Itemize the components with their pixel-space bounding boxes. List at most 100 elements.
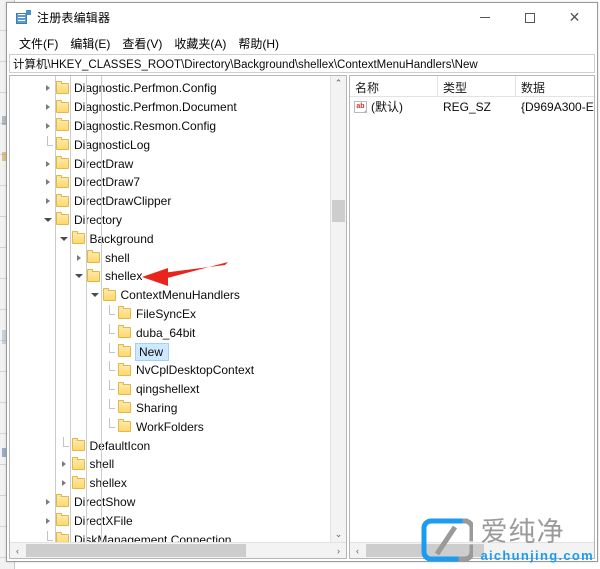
tree-node-shellex[interactable]: shellex (10, 474, 330, 493)
menu-item-favorites[interactable]: 收藏夹(A) (169, 33, 233, 54)
tree-node-label: Sharing (136, 400, 178, 415)
tree-node-workfolders[interactable]: WorkFolders (10, 417, 330, 436)
tree-inner: Diagnostic.Perfmon.Config Diagnostic.Perf… (10, 76, 346, 542)
tree-line-icon (40, 135, 56, 154)
window-controls: ✕ (462, 3, 597, 32)
tree-node-shellex[interactable]: shellex (10, 267, 330, 286)
registry-values-pane: 名称 类型 数据 ab (默认) REG_SZ {D969A300-E ‹ (349, 75, 595, 559)
value-data-cell: {D969A300-E (521, 99, 594, 114)
value-type-cell: REG_SZ (443, 99, 492, 114)
scroll-thumb-horizontal[interactable] (26, 544, 246, 557)
tree-node-label: Diagnostic.Perfmon.Document (74, 100, 237, 115)
scroll-thumb-vertical[interactable] (332, 200, 345, 222)
scroll-down-icon[interactable]: ⌄ (331, 527, 346, 542)
chevron-right-icon[interactable] (40, 155, 56, 173)
values-scroll-thumb[interactable] (366, 544, 484, 557)
folder-icon (71, 475, 85, 489)
values-column-header: 名称 类型 数据 (350, 76, 594, 97)
tree-vertical-scrollbar[interactable]: ⌃ ⌄ (330, 76, 346, 542)
tree-node-shell[interactable]: shell (10, 455, 330, 474)
tree-node-diagnostic-resmon-config[interactable]: Diagnostic.Resmon.Config (10, 117, 330, 136)
maximize-button[interactable] (507, 3, 552, 32)
tree-node-label: WorkFolders (136, 419, 204, 434)
folder-icon (56, 494, 69, 508)
minimize-button[interactable] (462, 3, 507, 32)
folder-icon (56, 137, 69, 151)
tree-line-icon (102, 342, 118, 361)
scroll-up-icon[interactable]: ⌃ (331, 76, 346, 91)
folder-icon (56, 99, 69, 113)
tree-node-contextmenuhandlers[interactable]: ContextMenuHandlers (10, 286, 330, 305)
tree-node-label: shellex (105, 269, 143, 284)
tree-node-sharing[interactable]: Sharing (10, 398, 330, 418)
scroll-right-icon[interactable]: › (331, 543, 346, 558)
menu-item-edit[interactable]: 编辑(E) (65, 33, 117, 54)
chevron-right-icon[interactable] (40, 173, 56, 191)
folder-icon (118, 306, 131, 320)
tree-node-directory[interactable]: Directory (10, 211, 330, 230)
folder-icon (56, 193, 69, 207)
chevron-right-icon[interactable] (40, 117, 56, 135)
tree-node-label: DirectShow (74, 494, 136, 509)
minimize-icon (479, 17, 490, 18)
chevron-right-icon[interactable] (40, 192, 56, 210)
tree-node-nvcpldesktopcontext[interactable]: NvCplDesktopContext (10, 361, 330, 380)
chevron-right-icon[interactable] (40, 493, 56, 511)
column-header-type[interactable]: 类型 (438, 76, 516, 96)
folder-icon (71, 231, 85, 245)
tree-node-label: ContextMenuHandlers (120, 288, 240, 303)
table-row[interactable]: ab (默认) REG_SZ {D969A300-E (350, 97, 594, 116)
folder-icon (71, 438, 85, 452)
tree-node-diagnostic-perfmon-config[interactable]: Diagnostic.Perfmon.Config (10, 79, 330, 98)
menu-item-view[interactable]: 查看(V) (117, 33, 169, 54)
tree-node-label: DirectDraw (74, 156, 134, 171)
tree-node-diagnosticlog[interactable]: DiagnosticLog (10, 135, 330, 154)
tree-node-duba-64bit[interactable]: duba_64bit (10, 323, 330, 342)
tree-horizontal-scrollbar[interactable]: ‹ › (10, 542, 346, 558)
tree-line-icon (102, 361, 118, 379)
maximize-icon (524, 12, 535, 23)
tree-node-directshow[interactable]: DirectShow (10, 493, 330, 512)
chevron-down-icon[interactable] (71, 267, 87, 285)
chevron-right-icon[interactable] (40, 512, 56, 530)
registry-editor-icon (15, 9, 31, 26)
tree-node-label: duba_64bit (136, 325, 196, 340)
close-icon: ✕ (568, 9, 581, 26)
title-bar: 注册表编辑器 ✕ (7, 3, 597, 32)
menu-item-file[interactable]: 文件(F) (14, 33, 65, 54)
tree-node-background[interactable]: Background (10, 229, 330, 248)
tree-node-diskmanagement-connection[interactable]: DiskManagement.Connection (10, 530, 330, 542)
folder-icon (87, 268, 100, 282)
address-bar[interactable]: 计算机\HKEY_CLASSES_ROOT\Directory\Backgrou… (9, 54, 595, 73)
tree-node-filesyncex[interactable]: FileSyncEx (10, 304, 330, 324)
tree-node-diagnostic-perfmon-document[interactable]: Diagnostic.Perfmon.Document (10, 98, 330, 117)
column-header-name[interactable]: 名称 (350, 76, 438, 96)
value-name-label: (默认) (371, 100, 403, 114)
chevron-down-icon[interactable] (40, 211, 56, 229)
registry-tree[interactable]: Diagnostic.Perfmon.Config Diagnostic.Perf… (10, 76, 330, 542)
tree-guide-line (70, 76, 71, 542)
chevron-right-icon[interactable] (40, 98, 56, 116)
tree-node-defaulticon[interactable]: DefaultIcon (10, 436, 330, 455)
tree-node-directxfile[interactable]: DirectXFile (10, 511, 330, 530)
tree-node-shell[interactable]: shell (10, 248, 330, 267)
close-button[interactable]: ✕ (552, 3, 597, 32)
chevron-right-icon[interactable] (71, 249, 87, 267)
values-scroll-left-icon[interactable]: ‹ (350, 543, 365, 558)
scroll-left-icon[interactable]: ‹ (10, 543, 25, 558)
menu-item-help[interactable]: 帮助(H) (233, 33, 286, 54)
column-header-data[interactable]: 数据 (516, 76, 594, 96)
chevron-right-icon[interactable] (40, 79, 56, 97)
tree-node-label: shell (90, 457, 119, 471)
tree-node-label: DefaultIcon (89, 438, 151, 453)
tree-node-directdrawclipper[interactable]: DirectDrawClipper (10, 192, 330, 211)
tree-node-directdraw7[interactable]: DirectDraw7 (10, 173, 330, 192)
tree-line-icon (40, 530, 56, 542)
tree-node-new[interactable]: New (10, 342, 330, 361)
tree-node-label: DirectDrawClipper (74, 194, 172, 209)
tree-node-qingshellext[interactable]: qingshellext (10, 380, 330, 399)
folder-icon (118, 344, 131, 358)
tree-line-icon (102, 398, 118, 417)
values-horizontal-scrollbar[interactable]: ‹ (350, 542, 594, 558)
tree-node-directdraw[interactable]: DirectDraw (10, 154, 330, 173)
